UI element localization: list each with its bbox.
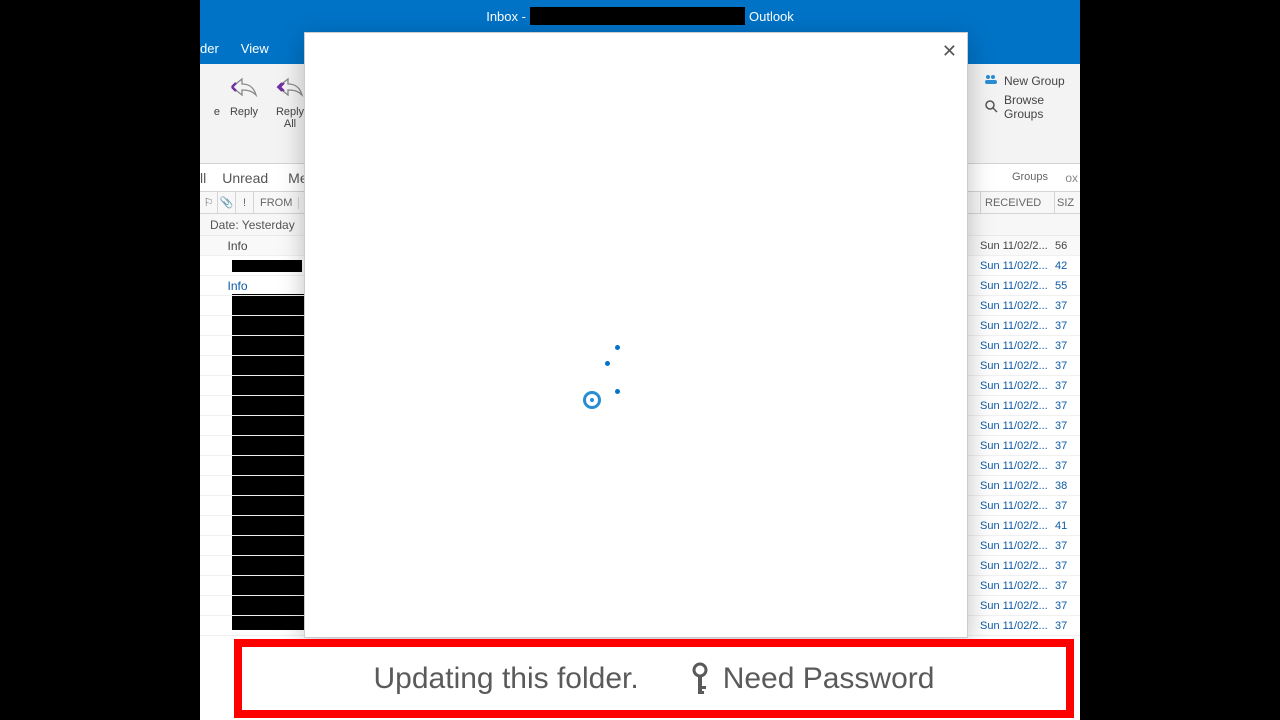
- new-group-label: New Group: [1004, 74, 1065, 88]
- title-bar: Inbox - Outlook: [200, 0, 1080, 32]
- row-size: 37: [1055, 560, 1080, 572]
- row-size: 41: [1055, 520, 1080, 532]
- row-received: Sun 11/02/2...: [980, 620, 1055, 632]
- close-button[interactable]: ✕: [942, 41, 957, 62]
- status-need-password: Need Password: [723, 662, 935, 696]
- row-size: 37: [1055, 500, 1080, 512]
- row-received: Sun 11/02/2...: [980, 300, 1055, 312]
- row-received: Sun 11/02/2...: [980, 580, 1055, 592]
- close-icon: ✕: [942, 41, 957, 61]
- modal-dialog: ✕: [304, 32, 968, 638]
- col-reminder-icon[interactable]: ⚐: [200, 192, 218, 213]
- col-attachment-icon[interactable]: 📎: [218, 192, 236, 213]
- row-size: 37: [1055, 400, 1080, 412]
- status-updating: Updating this folder.: [374, 662, 639, 696]
- row-received: Sun 11/02/2...: [980, 460, 1055, 472]
- title-outlook: Outlook: [749, 9, 794, 24]
- row-info-label: Info: [200, 239, 275, 253]
- row-size: 37: [1055, 420, 1080, 432]
- row-size: 37: [1055, 380, 1080, 392]
- col-size[interactable]: SIZ: [1055, 192, 1080, 213]
- key-icon: [689, 662, 711, 696]
- loading-spinner: [577, 343, 637, 413]
- status-bar-highlight: Updating this folder. Need Password: [234, 639, 1074, 718]
- tab-folder-partial[interactable]: der: [200, 41, 227, 56]
- row-size: 56: [1055, 240, 1080, 252]
- row-received: Sun 11/02/2...: [980, 500, 1055, 512]
- filter-unread[interactable]: Unread: [212, 170, 278, 186]
- title-account-redacted: [530, 7, 745, 25]
- col-importance-icon[interactable]: !: [236, 192, 254, 213]
- row-received: Sun 11/02/2...: [980, 260, 1055, 272]
- row-info-label: Info: [200, 279, 275, 293]
- reply-icon: [222, 72, 266, 102]
- row-size: 55: [1055, 280, 1080, 292]
- row-received: Sun 11/02/2...: [980, 520, 1055, 532]
- new-group-icon: [984, 72, 998, 89]
- spinner-ring-icon: [583, 391, 601, 409]
- row-received: Sun 11/02/2...: [980, 340, 1055, 352]
- ribbon-button-partial[interactable]: e: [200, 70, 220, 118]
- title-inbox: Inbox: [486, 9, 518, 24]
- reply-label: Reply: [222, 106, 266, 118]
- row-size: 42: [1055, 260, 1080, 272]
- title-dash: -: [522, 9, 526, 24]
- row-received: Sun 11/02/2...: [980, 280, 1055, 292]
- row-size: 38: [1055, 480, 1080, 492]
- row-received: Sun 11/02/2...: [980, 420, 1055, 432]
- col-from[interactable]: FROM: [254, 197, 299, 209]
- tab-view[interactable]: View: [227, 41, 283, 56]
- row-size: 37: [1055, 580, 1080, 592]
- col-received[interactable]: RECEIVED: [980, 192, 1055, 213]
- row-received: Sun 11/02/2...: [980, 360, 1055, 372]
- row-received: Sun 11/02/2...: [980, 540, 1055, 552]
- row-size: 37: [1055, 340, 1080, 352]
- row-received: Sun 11/02/2...: [980, 600, 1055, 612]
- search-partial[interactable]: ox: [1065, 171, 1080, 185]
- row-received: Sun 11/02/2...: [980, 560, 1055, 572]
- row-received: Sun 11/02/2...: [980, 480, 1055, 492]
- row-received: Sun 11/02/2...: [980, 400, 1055, 412]
- filter-all-partial[interactable]: ll: [200, 170, 212, 186]
- row-received: Sun 11/02/2...: [980, 240, 1055, 252]
- need-password-group[interactable]: Need Password: [689, 662, 935, 696]
- row-received: Sun 11/02/2...: [980, 320, 1055, 332]
- row-size: 37: [1055, 600, 1080, 612]
- row-size: 37: [1055, 460, 1080, 472]
- search-icon: [984, 99, 998, 116]
- row-size: 37: [1055, 360, 1080, 372]
- reply-button[interactable]: Reply: [222, 70, 266, 118]
- row-size: 37: [1055, 540, 1080, 552]
- browse-groups-button[interactable]: Browse Groups: [980, 91, 1080, 123]
- row-size: 37: [1055, 620, 1080, 632]
- row-size: 37: [1055, 440, 1080, 452]
- row-size: 37: [1055, 300, 1080, 312]
- row-received: Sun 11/02/2...: [980, 440, 1055, 452]
- browse-groups-label: Browse Groups: [1004, 93, 1076, 121]
- row-received: Sun 11/02/2...: [980, 380, 1055, 392]
- new-group-button[interactable]: New Group: [980, 70, 1080, 91]
- row-size: 37: [1055, 320, 1080, 332]
- row-redacted: [232, 260, 302, 272]
